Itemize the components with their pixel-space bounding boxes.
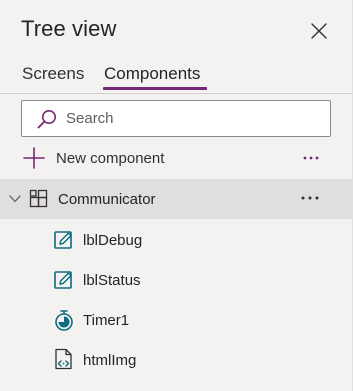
active-tab-indicator xyxy=(103,87,207,90)
label-edit-icon xyxy=(54,231,72,249)
component-icon xyxy=(29,189,48,208)
search-icon xyxy=(37,110,56,129)
tree-view-panel: Tree view Screens Components New compone… xyxy=(0,0,353,391)
close-icon xyxy=(311,23,327,39)
panel-title: Tree view xyxy=(21,16,117,41)
timer-icon xyxy=(55,310,73,331)
plus-icon xyxy=(23,147,45,169)
new-component-button[interactable]: New component xyxy=(22,145,164,171)
tree-item-lblstatus[interactable]: lblStatus xyxy=(0,260,352,300)
more-options-icon[interactable] xyxy=(296,188,324,208)
html-text-icon xyxy=(55,348,72,370)
tree-item-label: lblStatus xyxy=(83,271,141,289)
close-button[interactable] xyxy=(306,18,332,44)
tree-item-label: Timer1 xyxy=(83,311,130,329)
tab-screens[interactable]: Screens xyxy=(22,64,84,90)
search-box[interactable] xyxy=(21,100,331,137)
tree-item-label: Communicator xyxy=(58,190,156,208)
more-options-icon[interactable] xyxy=(298,148,324,168)
tree-item-label: htmlImg xyxy=(83,351,137,369)
tree-item-label: lblDebug xyxy=(83,231,143,249)
new-component-label: New component xyxy=(56,149,165,167)
chevron-down-icon[interactable] xyxy=(7,192,23,206)
label-edit-icon xyxy=(54,271,72,289)
tree-item-lbldebug[interactable]: lblDebug xyxy=(0,220,352,260)
tree-item-communicator[interactable]: Communicator xyxy=(0,179,352,219)
tree-item-timer1[interactable]: Timer1 xyxy=(0,300,352,340)
tree-item-htmlimg[interactable]: htmlImg xyxy=(0,340,352,380)
tab-bar: Screens Components xyxy=(0,60,352,94)
search-input[interactable] xyxy=(66,101,316,136)
